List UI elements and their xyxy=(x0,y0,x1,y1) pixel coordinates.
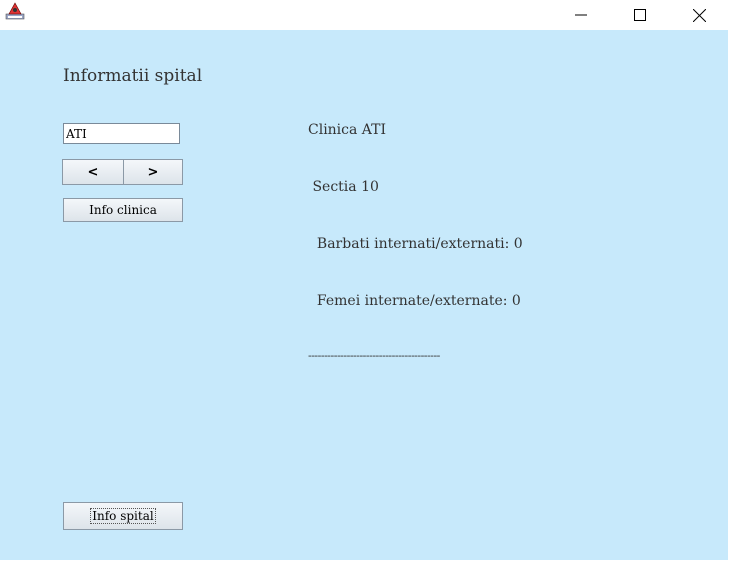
close-button[interactable] xyxy=(676,0,722,30)
maximize-button[interactable] xyxy=(617,0,663,30)
previous-button[interactable]: < xyxy=(62,159,124,185)
info-spital-label: Info spital xyxy=(90,508,156,524)
title-bar xyxy=(0,0,730,30)
output-line: Sectia 10 xyxy=(308,179,379,195)
output-line: Femei internate/externate: 0 xyxy=(308,293,521,309)
page-title: Informatii spital xyxy=(63,66,203,86)
output-separator: ----------------------------------------… xyxy=(308,349,440,362)
maximize-icon xyxy=(634,9,646,21)
close-icon xyxy=(692,8,706,22)
java-app-icon xyxy=(5,2,25,20)
output-line: Barbati internati/externati: 0 xyxy=(308,236,523,252)
clinic-name-input[interactable] xyxy=(63,123,180,144)
minimize-icon xyxy=(575,14,587,16)
info-clinica-button[interactable]: Info clinica xyxy=(63,198,183,222)
info-spital-button[interactable]: Info spital xyxy=(63,502,183,530)
main-panel: Informatii spital < > Info clinica Clini… xyxy=(0,30,730,560)
info-output-text: Clinica ATI Sectia 10 Barbati internati/… xyxy=(308,83,523,401)
next-button[interactable]: > xyxy=(123,159,183,185)
output-line: Clinica ATI xyxy=(308,122,387,138)
minimize-button[interactable] xyxy=(558,0,604,30)
